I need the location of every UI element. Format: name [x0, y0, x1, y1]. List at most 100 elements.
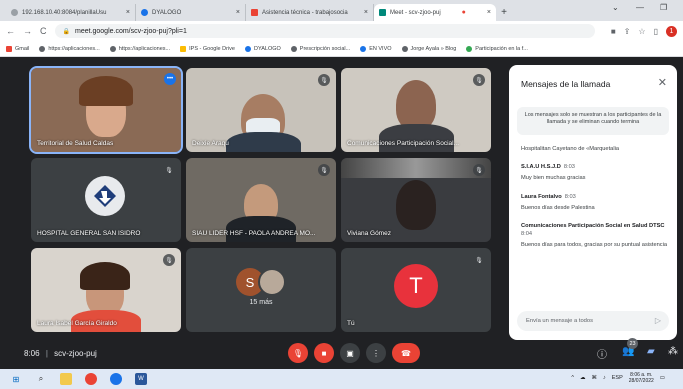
globe-icon — [109, 45, 116, 52]
message-time: 8:03 — [563, 164, 575, 171]
language-indicator[interactable]: ESP — [612, 375, 623, 381]
file-explorer-icon[interactable] — [60, 373, 72, 385]
sidebar-icon[interactable]: ▯ — [654, 27, 658, 36]
forward-icon[interactable]: → — [23, 26, 32, 36]
participant-name: HOSPITAL GENERAL SAN ISIDRO — [37, 230, 141, 237]
bookmark-item[interactable]: Jorge Ayala » Blog — [401, 45, 456, 52]
self-tile[interactable]: T 🎙 Tú — [341, 248, 491, 332]
chevron-down-icon[interactable]: ⌄ — [612, 3, 619, 12]
chat-notice: Los mensajes solo se muestran a los part… — [517, 107, 669, 135]
message-text: Buenos días desde Palestina — [521, 204, 595, 211]
message-time: 8:03 — [564, 193, 576, 200]
message-text: Hospitalitan Cayetano de «Marquetalia — [521, 146, 620, 152]
participant-name: Laura Isabel García Giraldo — [37, 320, 117, 327]
participant-body — [379, 124, 454, 152]
profile-avatar[interactable]: 1 — [666, 25, 677, 37]
search-icon[interactable]: ⌕ — [35, 373, 47, 385]
info-icon[interactable]: ⓘ — [597, 346, 607, 361]
camera-off-icon: ■ — [321, 348, 327, 358]
bookmark-label: EN VIVO — [369, 45, 392, 52]
new-tab-button[interactable]: + — [496, 4, 512, 21]
reload-icon[interactable]: C — [40, 26, 47, 36]
bookmark-item[interactable]: EN VIVO — [360, 45, 392, 52]
taskbar-clock[interactable]: 8:06 a. m. 28/07/2022 — [629, 372, 654, 384]
close-tab-icon[interactable]: × — [122, 9, 130, 16]
browser-tab-active[interactable]: Meet - scv-zjoo-puj ● × — [374, 4, 496, 21]
close-icon[interactable]: ✕ — [658, 76, 667, 89]
browser-tab[interactable]: DYALOGO × — [136, 4, 246, 21]
chat-message: Hospitalitan Cayetano de «Marquetalia — [521, 145, 669, 153]
browser-tab[interactable]: Asistencia técnica - trabajosocia × — [246, 4, 374, 21]
notifications-icon[interactable]: ▭ — [660, 375, 665, 381]
mic-off-icon: 🎙 — [292, 348, 304, 358]
present-button[interactable]: ▣ — [340, 343, 360, 363]
globe-icon — [39, 45, 46, 52]
meet-icon — [379, 9, 386, 16]
share-icon[interactable]: ⇪ — [624, 27, 631, 36]
screen: 192.168.10.40:8084/planillaUsu × DYALOGO… — [0, 0, 683, 389]
restore-icon[interactable]: ❐ — [660, 3, 667, 12]
more-options-button[interactable]: ⋮ — [366, 343, 386, 363]
network-icon[interactable]: ⌘ — [592, 375, 598, 381]
participant-video — [396, 80, 436, 130]
url-text: meet.google.com/scv-zjoo-puj?pli=1 — [74, 27, 187, 35]
participant-tile[interactable]: ••• Territorial de Salud Caldas — [29, 66, 183, 154]
blog-icon — [401, 45, 408, 52]
close-tab-icon[interactable]: × — [232, 9, 240, 16]
chat-input-placeholder: Envía un mensaje a todos — [526, 318, 594, 324]
participant-tile[interactable]: 🎙 Viviana Gómez — [341, 158, 491, 242]
chat-messages: Hospitalitan Cayetano de «Marquetalia S.… — [521, 143, 669, 260]
mic-toggle-button[interactable]: 🎙 — [288, 343, 308, 363]
participant-name: Territorial de Salud Caldas — [37, 140, 114, 147]
more-participants-tile[interactable]: S 15 más — [186, 248, 336, 332]
bookmark-item[interactable]: Gmail — [6, 45, 29, 52]
bookmark-item[interactable]: DYALOGO — [244, 45, 281, 52]
windows-start-icon[interactable]: ⊞ — [10, 373, 22, 385]
lock-icon: 🔒 — [62, 28, 70, 35]
participant-name: Viviana Gómez — [347, 230, 391, 237]
self-avatar: T — [394, 264, 438, 308]
edge-icon[interactable] — [110, 373, 122, 385]
bookmark-star-icon[interactable]: ☆ — [638, 27, 645, 36]
camera-permission-icon[interactable]: ■ — [611, 27, 616, 36]
participant-tile[interactable]: 🎙 SIAU LIDER HSF - PAOLA ANDREA MO... — [186, 158, 336, 242]
word-icon[interactable]: W — [135, 373, 147, 385]
volume-icon[interactable]: ♪ — [603, 375, 606, 381]
chat-icon[interactable]: ▰ — [647, 346, 655, 357]
participant-tile[interactable]: 🎙 Laura Isabel García Giraldo — [31, 248, 181, 332]
bookmark-item[interactable]: IPS - Google Drive — [180, 45, 235, 52]
send-icon[interactable]: ▷ — [655, 316, 661, 325]
tab-title: DYALOGO — [152, 9, 182, 16]
bookmark-item[interactable]: https://aplicaciones... — [109, 45, 170, 52]
back-icon[interactable]: ← — [6, 26, 15, 36]
leave-call-button[interactable]: ☎ — [392, 343, 420, 363]
present-icon: ▣ — [346, 348, 354, 358]
bookmark-item[interactable]: https://aplicaciones... — [39, 45, 100, 52]
close-tab-icon[interactable]: × — [360, 9, 368, 16]
message-time: 8:04 — [521, 230, 533, 237]
participant-tile[interactable]: 🎙 HOSPITAL GENERAL SAN ISIDRO — [31, 158, 181, 242]
dyalogo-icon — [244, 45, 251, 52]
participant-tile[interactable]: 🎙 Comunicaciones Participación Social... — [341, 68, 491, 152]
chat-message: S.I.A.U H.S.J.D 8:03 Muy bien muchas grac… — [521, 164, 669, 182]
chrome-icon[interactable] — [85, 373, 97, 385]
camera-toggle-button[interactable]: ■ — [314, 343, 334, 363]
chat-input[interactable]: Envía un mensaje a todos ▷ — [517, 311, 669, 331]
url-field[interactable]: 🔒 meet.google.com/scv-zjoo-puj?pli=1 — [54, 24, 595, 38]
tab-title: Asistencia técnica - trabajosocia — [262, 9, 348, 16]
activities-icon[interactable]: ⁂ — [668, 346, 678, 357]
window-blinds — [341, 158, 491, 178]
minimize-icon[interactable]: — — [636, 3, 644, 12]
message-text: Buenos días para todos, gracias por su p… — [521, 241, 668, 248]
gmail-icon — [6, 45, 12, 52]
taskbar-date: 28/07/2022 — [628, 378, 654, 384]
bookmark-item[interactable]: Participación en la f... — [466, 45, 528, 52]
bookmarks-bar: Gmail https://aplicaciones... https://ap… — [0, 41, 683, 57]
close-tab-icon[interactable]: × — [483, 9, 491, 16]
mic-off-icon: 🎙 — [163, 164, 175, 176]
bookmark-item[interactable]: Prescripción social... — [290, 45, 350, 52]
participant-tile[interactable]: 🎙 Deixie Araqu — [186, 68, 336, 152]
browser-tab[interactable]: 192.168.10.40:8084/planillaUsu × — [6, 4, 136, 21]
chevron-up-icon[interactable]: ^ — [571, 375, 574, 381]
onedrive-icon[interactable]: ☁ — [580, 375, 586, 381]
